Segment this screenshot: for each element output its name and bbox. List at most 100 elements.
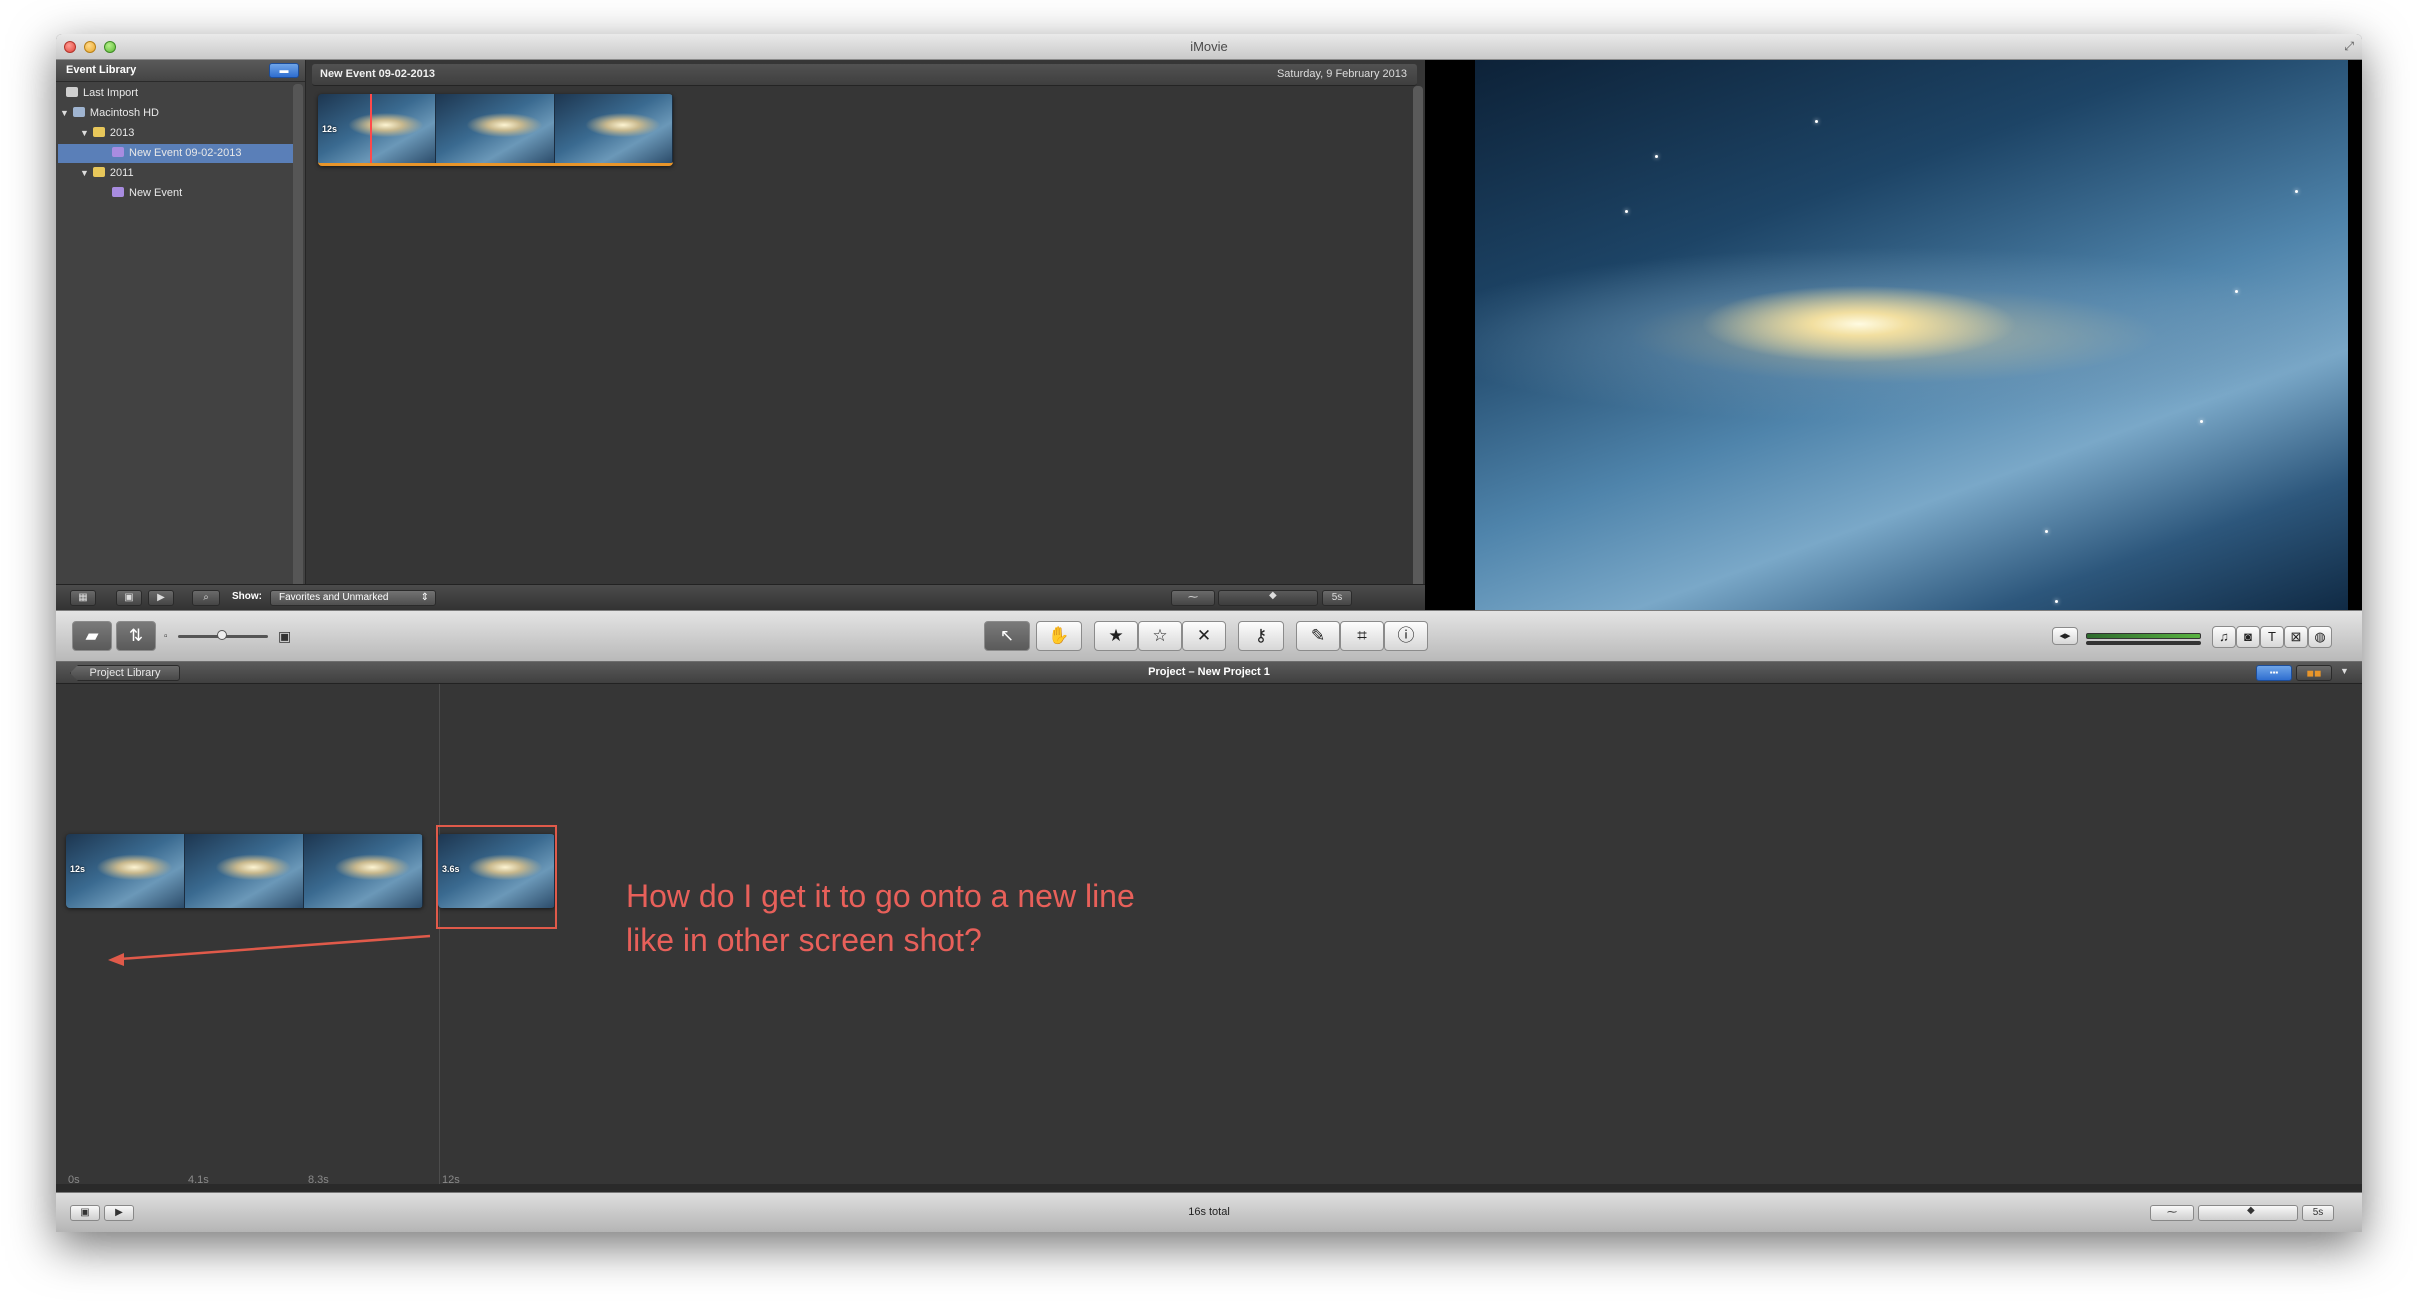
info-icon[interactable]: ⓘ (1384, 621, 1428, 651)
eyedropper-icon[interactable]: ✎ (1296, 621, 1340, 651)
show-label: Show: (232, 591, 262, 602)
event-header: New Event 09-02-2013 Saturday, 9 Februar… (312, 64, 1417, 86)
hard-drive-icon[interactable]: ▬ (269, 63, 299, 78)
event-browser-toolbar: ▦ ▣ ▶ ⌕ Show: Favorites and Unmarked ⇕ ⁓… (56, 584, 1425, 610)
viewer (1425, 60, 2362, 610)
star-point (2295, 190, 2298, 193)
volume-meter (2086, 633, 2201, 639)
tree-item-new-event-09-02-2013[interactable]: New Event 09-02-2013 (58, 144, 294, 163)
tree-item-label: Macintosh HD (89, 107, 159, 119)
clip-duration: 12s (322, 124, 338, 134)
title-bar: iMovie ⤢ (56, 34, 2362, 60)
project-title: Project – New Project 1 (1148, 666, 1270, 678)
volume-meter-track (2086, 641, 2201, 645)
slider-thumb-icon[interactable]: ◆ (1269, 589, 1277, 603)
tree-item-macintosh-hd[interactable]: ▼ Macintosh HD (60, 104, 159, 123)
event-library-panel: Event Library ▬ Last Import ▼ Macintosh H… (56, 60, 306, 610)
tree-item-label: 2011 (109, 167, 134, 179)
annotation-arrow-line (119, 934, 431, 961)
arrow-icon[interactable]: ↖ (984, 621, 1030, 651)
photo-icon[interactable]: ◙ (2236, 626, 2260, 648)
transition-icon[interactable]: ⊠ (2284, 626, 2308, 648)
star-point (2045, 530, 2048, 533)
star-point (2200, 420, 2203, 423)
project-zoom-slider[interactable]: ◆ (2198, 1205, 2298, 1221)
event-browser: New Event 09-02-2013 Saturday, 9 Februar… (306, 60, 1425, 610)
project-timeline: 12s 3.6s How do I get it to go onto a ne… (56, 684, 2362, 1192)
audio-meter-icon: ◂▸ (2052, 627, 2078, 645)
event-library-title: Event Library (66, 64, 137, 76)
event-library-scrollbar[interactable] (293, 84, 303, 604)
small-thumbnail-icon: ▫ (164, 631, 168, 642)
star-event-icon (112, 187, 124, 197)
key-icon[interactable]: ⚷ (1238, 621, 1284, 651)
window-title: iMovie (1190, 39, 1228, 54)
chevron-down-icon[interactable]: ▼ (2340, 666, 2349, 676)
annotation-text: How do I get it to go onto a new line li… (626, 878, 1135, 958)
star-empty-icon[interactable]: ☆ (1138, 621, 1182, 651)
slider-thumb[interactable] (217, 630, 227, 640)
calendar-icon (92, 167, 105, 177)
zoom-value: 5s (1322, 590, 1352, 606)
show-filter-value: Favorites and Unmarked (279, 592, 389, 603)
annotation-arrow (108, 934, 431, 966)
disclosure-triangle-icon[interactable]: ▼ (80, 128, 89, 138)
title-icon[interactable]: T (2260, 626, 2284, 648)
globe-icon[interactable]: ◍ (2308, 626, 2332, 648)
skimmer-line (370, 94, 372, 163)
galaxy-preview-image (1475, 60, 2348, 610)
tree-item-label: 2013 (109, 127, 135, 139)
event-library-header: Event Library ▬ (56, 60, 305, 82)
main-toolbar: ▰ ⇅ ▫ ▣ ↖ ✋ ★ ☆ ✕ ⚷ ✎ ⌗ ⓘ ◂▸ ♫ ◙ T ⊠ ◍ (56, 610, 2362, 662)
star-point (1625, 210, 1628, 213)
star-point (1815, 120, 1818, 123)
tree-item-last-import[interactable]: Last Import (66, 84, 138, 103)
music-icon[interactable]: ♫ (2212, 626, 2236, 648)
star-event-icon (112, 147, 124, 157)
camera-icon[interactable]: ▰ (72, 621, 112, 651)
hard-drive-icon (72, 107, 85, 117)
star-filled-icon[interactable]: ★ (1094, 621, 1138, 651)
fullscreen-icon[interactable]: ⤢ (2344, 39, 2354, 54)
crop-icon[interactable]: ⌗ (1340, 621, 1384, 651)
project-toolbar: ▣ ▶ 16s total ⁓ ◆ 5s (56, 1192, 2362, 1232)
disclosure-triangle-icon[interactable]: ▼ (60, 108, 69, 118)
event-browser-scrollbar[interactable] (1413, 86, 1423, 608)
play-fullscreen-icon[interactable]: ▣ (116, 590, 142, 606)
clip-frame (436, 94, 555, 163)
show-filter-select[interactable]: Favorites and Unmarked ⇕ (270, 590, 436, 606)
tree-item-2013[interactable]: ▼ 2013 (80, 124, 134, 143)
star-point (1655, 155, 1658, 158)
project-scrollbar[interactable] (56, 1184, 2362, 1192)
hand-drag-icon[interactable]: ✋ (1036, 621, 1082, 651)
select-arrows-icon: ⇕ (420, 592, 429, 603)
tree-item-new-event[interactable]: New Event (112, 184, 182, 203)
project-zoom-value: 5s (2302, 1205, 2334, 1221)
audio-waveform-icon[interactable]: ⁓ (2150, 1205, 2194, 1221)
audio-waveform-icon[interactable]: ⁓ (1171, 590, 1215, 606)
swap-icon[interactable]: ⇅ (116, 621, 156, 651)
calendar-icon (92, 127, 105, 137)
search-icon[interactable]: ⌕ (192, 590, 220, 606)
annotation-arrow-head (108, 953, 124, 966)
project-header: Project Library Project – New Project 1 … (56, 662, 2362, 684)
film-icon (66, 87, 78, 97)
event-date: Saturday, 9 February 2013 (1276, 68, 1407, 80)
disclosure-triangle-icon[interactable]: ▼ (80, 168, 89, 178)
tree-item-2011[interactable]: ▼ 2011 (80, 164, 134, 183)
tree-item-label: Last Import (83, 87, 139, 99)
slider-thumb-icon[interactable]: ◆ (2247, 1204, 2255, 1218)
project-view-toggle-icon[interactable]: ▪▪▪ (2256, 665, 2292, 681)
clip-zoom-slider[interactable]: ◆ (1218, 590, 1318, 606)
project-theme-icon[interactable]: ◼◼ (2296, 665, 2332, 681)
clip-frame (554, 94, 673, 163)
reject-icon[interactable]: ✕ (1182, 621, 1226, 651)
star-point (2055, 600, 2058, 603)
imovie-window: iMovie ⤢ Event Library ▬ Last Import ▼ Ma… (56, 34, 2362, 1232)
large-thumbnail-icon: ▣ (278, 628, 292, 644)
play-icon[interactable]: ▶ (148, 590, 174, 606)
event-name: New Event 09-02-2013 (320, 68, 435, 80)
event-clip[interactable]: 12s (318, 94, 673, 166)
show-hide-library-icon[interactable]: ▦ (70, 590, 96, 606)
project-total-duration: 16s total (1188, 1206, 1230, 1218)
